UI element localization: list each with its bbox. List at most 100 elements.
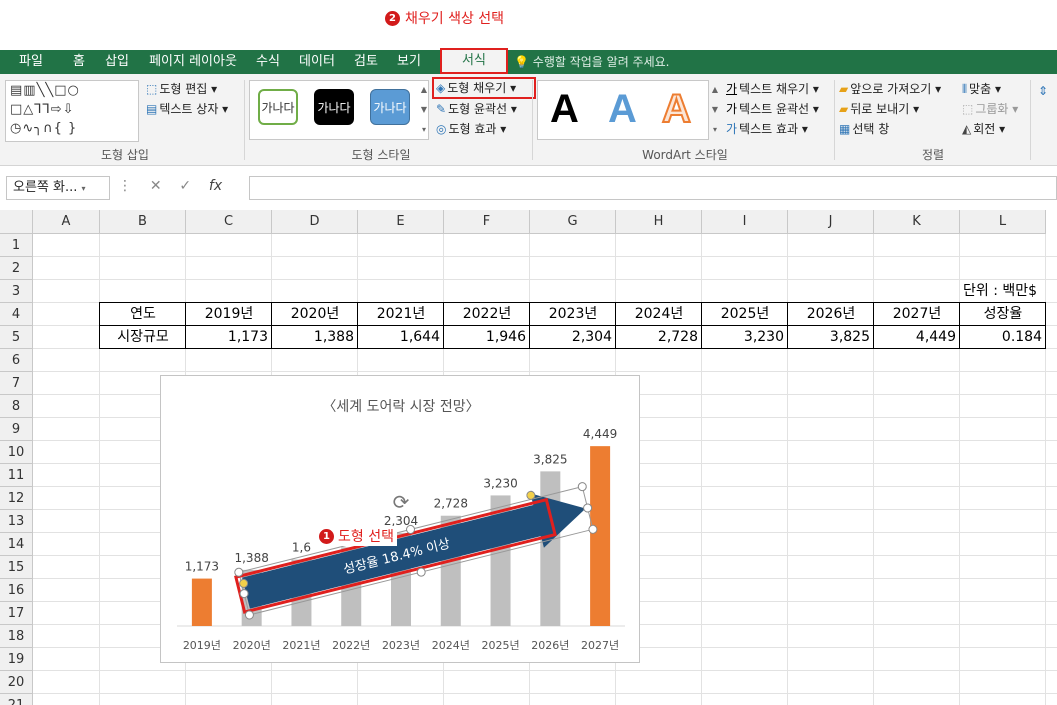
table-value-cell[interactable]: 2,304 [534, 326, 612, 348]
tab-formulas[interactable]: 수식 [250, 50, 286, 74]
row-header-8[interactable]: 8 [0, 395, 33, 418]
column-header-k[interactable]: K [874, 210, 960, 234]
row-header-10[interactable]: 10 [0, 441, 33, 464]
align-button[interactable]: ⫴ 맞춤 ▾ [962, 80, 1001, 97]
x-tick-label[interactable]: 2026년 [531, 639, 569, 652]
table-header-cell[interactable]: 2022년 [448, 303, 526, 325]
table-value-cell[interactable]: 2,728 [620, 326, 698, 348]
unit-label[interactable]: 단위 : 백만$ [963, 280, 1057, 302]
row-header-7[interactable]: 7 [0, 372, 33, 395]
tab-page-layout[interactable]: 페이지 레이아웃 [142, 50, 244, 74]
row-header-2[interactable]: 2 [0, 257, 33, 280]
shape-fill-button[interactable]: ◈ 도형 채우기 ▾ [432, 77, 536, 99]
selection-pane-button[interactable]: ▦ 선택 창 [839, 120, 889, 137]
data-label[interactable]: 3,825 [533, 452, 567, 466]
wordart-gallery[interactable]: A A A [537, 80, 709, 140]
row-header-19[interactable]: 19 [0, 648, 33, 671]
row-header-11[interactable]: 11 [0, 464, 33, 487]
tab-file[interactable]: 파일 [8, 50, 54, 74]
shape-effects-button[interactable]: ◎ 도형 효과 ▾ [436, 120, 506, 137]
row-header-4[interactable]: 4 [0, 303, 33, 326]
tab-home[interactable]: 홈 [66, 50, 92, 74]
wordart-gallery-scroll[interactable]: ▲ ▼ ▾ [709, 80, 721, 140]
column-header-d[interactable]: D [272, 210, 358, 234]
table-header-cell[interactable]: 2026년 [792, 303, 870, 325]
row-header-17[interactable]: 17 [0, 602, 33, 625]
chart-area[interactable]: 〈세계 도어락 시장 전망〉 1,173 2019년 1,388 2020년 1,6 20… [160, 375, 640, 663]
x-tick-label[interactable]: 2027년 [581, 639, 619, 652]
row-header-3[interactable]: 3 [0, 280, 33, 303]
tab-format[interactable]: 서식 [440, 48, 508, 74]
x-tick-label[interactable]: 2025년 [481, 639, 519, 652]
table-header-cell[interactable]: 2025년 [706, 303, 784, 325]
wordart-blue[interactable]: A [608, 87, 637, 132]
text-fill-button[interactable]: 가 텍스트 채우기 ▾ [726, 80, 819, 97]
group-button[interactable]: ⬚ 그룹화 ▾ [962, 100, 1018, 117]
row-header-5[interactable]: 5 [0, 326, 33, 349]
table-value-cell[interactable]: 3,230 [706, 326, 784, 348]
row-header-9[interactable]: 9 [0, 418, 33, 441]
row-header-15[interactable]: 15 [0, 556, 33, 579]
column-header-a[interactable]: A [33, 210, 100, 234]
table-header-cell[interactable]: 연도 [104, 303, 182, 325]
style-swatch-blue[interactable]: 가나다 [370, 89, 410, 125]
table-value-cell[interactable]: 1,173 [190, 326, 268, 348]
x-tick-label[interactable]: 2023년 [382, 639, 420, 652]
table-row-label[interactable]: 시장규모 [104, 326, 182, 348]
name-box[interactable]: 오른쪽 화... ▾ [6, 176, 110, 200]
row-header-18[interactable]: 18 [0, 625, 33, 648]
x-tick-label[interactable]: 2022년 [332, 639, 370, 652]
column-header-h[interactable]: H [616, 210, 702, 234]
row-header-13[interactable]: 13 [0, 510, 33, 533]
resize-handle[interactable] [577, 482, 587, 492]
table-header-cell[interactable]: 2027년 [878, 303, 956, 325]
tell-me-box[interactable]: 💡 수행할 작업을 알려 주세요. [514, 50, 669, 74]
chart-bar[interactable] [191, 578, 212, 626]
size-icon[interactable]: ⇕ [1038, 84, 1048, 98]
data-label[interactable]: 4,449 [583, 427, 617, 441]
table-value-cell[interactable]: 4,449 [878, 326, 956, 348]
row-header-20[interactable]: 20 [0, 671, 33, 694]
text-outline-button[interactable]: 가 텍스트 윤곽선 ▾ [726, 100, 819, 117]
column-header-f[interactable]: F [444, 210, 530, 234]
column-header-g[interactable]: G [530, 210, 616, 234]
shapes-gallery[interactable]: ▤▥╲╲□○ □△⅂⅂⇨⇩ ◷∿╮∩{ } [5, 80, 139, 142]
select-all-corner[interactable] [0, 210, 33, 234]
data-label[interactable]: 1,6 [292, 541, 311, 555]
row-header-16[interactable]: 16 [0, 579, 33, 602]
style-swatch-outline[interactable]: 가나다 [258, 89, 298, 125]
table-header-cell[interactable]: 2020년 [276, 303, 354, 325]
table-header-cell[interactable]: 2019년 [190, 303, 268, 325]
tab-data[interactable]: 데이터 [292, 50, 342, 74]
row-header-21[interactable]: 21 [0, 694, 33, 705]
row-header-12[interactable]: 12 [0, 487, 33, 510]
formula-input[interactable] [249, 176, 1057, 200]
name-box-dropdown-icon[interactable]: ▾ [82, 184, 86, 193]
cancel-icon[interactable]: ✕ [150, 178, 162, 194]
send-backward-button[interactable]: ▰ 뒤로 보내기 ▾ [839, 100, 919, 117]
edit-shape-button[interactable]: ⬚ 도형 편집 ▾ [146, 80, 217, 97]
table-value-cell[interactable]: 1,644 [362, 326, 440, 348]
column-header-e[interactable]: E [358, 210, 444, 234]
data-label[interactable]: 3,230 [483, 476, 517, 490]
table-value-cell[interactable]: 1,388 [276, 326, 354, 348]
column-header-i[interactable]: I [702, 210, 788, 234]
table-header-cell[interactable]: 2023년 [534, 303, 612, 325]
tab-insert[interactable]: 삽입 [98, 50, 136, 74]
column-header-b[interactable]: B [100, 210, 186, 234]
table-header-cell[interactable]: 2024년 [620, 303, 698, 325]
shape-outline-button[interactable]: ✎ 도형 윤곽선 ▾ [436, 100, 517, 117]
wordart-black[interactable]: A [550, 87, 579, 132]
data-label[interactable]: 2,728 [434, 497, 468, 511]
table-value-cell[interactable]: 0.184 [964, 326, 1042, 348]
row-header-1[interactable]: 1 [0, 234, 33, 257]
tab-view[interactable]: 보기 [390, 50, 428, 74]
table-header-cell[interactable]: 2021년 [362, 303, 440, 325]
tab-review[interactable]: 검토 [348, 50, 384, 74]
style-swatch-black[interactable]: 가나다 [314, 89, 354, 125]
chart-bar[interactable] [590, 446, 611, 626]
gallery-scroll[interactable]: ▲ ▼ ▾ [418, 80, 430, 140]
text-box-button[interactable]: ▤ 텍스트 상자 ▾ [146, 100, 228, 117]
bring-forward-button[interactable]: ▰ 앞으로 가져오기 ▾ [839, 80, 941, 97]
table-value-cell[interactable]: 1,946 [448, 326, 526, 348]
